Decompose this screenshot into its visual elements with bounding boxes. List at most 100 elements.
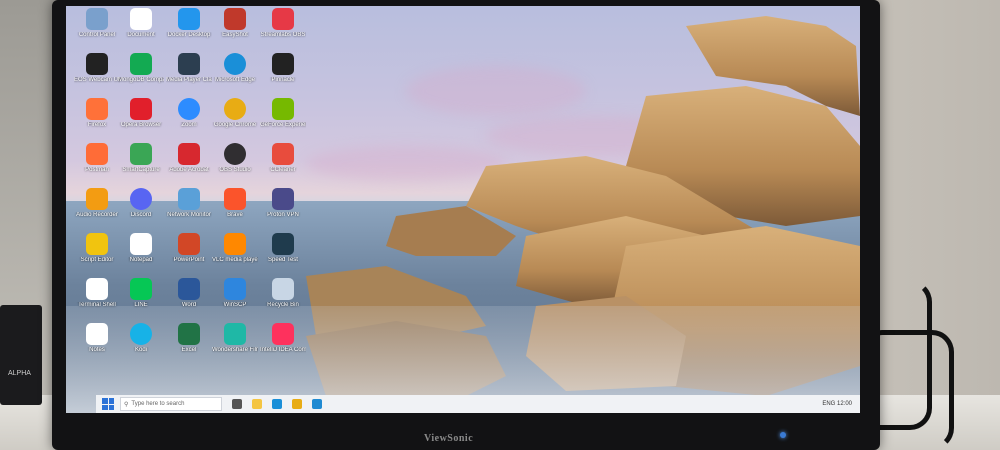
desktop-icon[interactable]: EasyShot — [212, 8, 258, 52]
desktop-icon[interactable]: Adobe Acrobat — [166, 143, 212, 187]
desktop-icon-label: LINE — [134, 302, 148, 308]
desktop-icon-label: Document — [127, 32, 155, 38]
desktop-icon[interactable]: LINE — [118, 278, 164, 322]
desktop-icon[interactable]: Google Chrome — [212, 98, 258, 142]
desktop-icon[interactable]: Recycle Bin — [260, 278, 306, 322]
chrome-icon — [224, 98, 246, 120]
dc-icon — [130, 188, 152, 210]
desktop-icon-label: Proton VPN — [267, 212, 299, 218]
desktop-icon[interactable]: GeForce Experience — [260, 98, 306, 142]
desktop-icon-label: Firefox — [87, 122, 107, 128]
desktop-icon[interactable]: Streamlabs OBS — [260, 8, 306, 52]
desktop-icon[interactable]: WinSCP — [212, 278, 258, 322]
taskbar-vscode-icon[interactable] — [312, 399, 322, 409]
cone-icon — [224, 233, 246, 255]
zoom-icon — [178, 98, 200, 120]
desktop-icon[interactable]: Excel — [166, 323, 212, 367]
desktop-icon[interactable]: EOS Webcam Utility — [74, 53, 120, 97]
net-icon — [178, 188, 200, 210]
desktop-icon-label: VLC media player — [212, 257, 258, 263]
square-icon — [224, 8, 246, 30]
desktop-icon-label: Control Panel — [78, 32, 116, 38]
desktop-icon[interactable]: Notepad — [118, 233, 164, 277]
taskbar-task-view-icon[interactable] — [232, 399, 242, 409]
taskbar-file-explorer-icon[interactable] — [252, 399, 262, 409]
desktop-icon[interactable]: Audio Recorder — [74, 188, 120, 232]
desktop-icon[interactable]: Postman — [74, 143, 120, 187]
desktop-icon[interactable]: Document — [118, 8, 164, 52]
desktop-icon[interactable]: Script Editor — [74, 233, 120, 277]
desktop-icon[interactable]: PowerPoint — [166, 233, 212, 277]
square-icon — [272, 8, 294, 30]
speed-icon — [272, 233, 294, 255]
taskbar-search[interactable]: ⚲ Type here to search — [120, 397, 222, 411]
doc-icon — [86, 323, 108, 345]
leaf-icon — [130, 53, 152, 75]
desktop-icon-label: Pinnacle — [271, 77, 295, 83]
desktop-icon[interactable]: Media Player Classic — [166, 53, 212, 97]
taskbar-chrome-icon[interactable] — [292, 399, 302, 409]
desktop-icon-label: PowerPoint — [173, 257, 205, 263]
desktop-icon[interactable]: Opera Browser — [118, 98, 164, 142]
taskbar-edge-icon[interactable] — [272, 399, 282, 409]
desktop-icon[interactable]: Speed Test — [260, 233, 306, 277]
desktop-icon[interactable]: Discord — [118, 188, 164, 232]
desktop-icon[interactable]: SmartCapture — [118, 143, 164, 187]
desktop-icon[interactable]: Kodi — [118, 323, 164, 367]
desktop-icon-label: MongoDB Compass — [118, 77, 164, 83]
desktop-icon[interactable]: Microsoft Edge — [212, 53, 258, 97]
desktop-screen: Control Panel Document Docker Desktop EasyS… — [66, 6, 860, 413]
desktop-icon-label: Discord — [130, 212, 152, 218]
desktop-icon[interactable]: Notes — [74, 323, 120, 367]
desktop-icon[interactable]: Word — [166, 278, 212, 322]
gear-icon — [86, 8, 108, 30]
desktop-icon-label: Notes — [89, 347, 105, 353]
desktop-icon-label: Wondershare Filmora X — [212, 347, 258, 353]
desktop-icon-label: Google Chrome — [213, 122, 257, 128]
search-icon: ⚲ — [124, 401, 129, 408]
desktop-icon[interactable]: MongoDB Compass — [118, 53, 164, 97]
doc-icon — [130, 8, 152, 30]
desktop-icon-label: Docker Desktop — [167, 32, 211, 38]
pm-icon — [86, 143, 108, 165]
desktop-icon-label: Zoom — [181, 122, 197, 128]
desktop-icon[interactable]: VLC media player — [212, 233, 258, 277]
desktop-icon[interactable]: IntelliJ IDEA Community — [260, 323, 306, 367]
desktop-icon[interactable]: Network Monitor — [166, 188, 212, 232]
edge-icon — [224, 53, 246, 75]
P-icon — [178, 233, 200, 255]
power-led — [780, 432, 786, 438]
desktop-icon[interactable]: Firefox — [74, 98, 120, 142]
desktop-icon[interactable]: Control Panel — [74, 8, 120, 52]
desktop-icon[interactable]: Proton VPN — [260, 188, 306, 232]
desktop-icon-label: Streamlabs OBS — [260, 32, 306, 38]
start-button[interactable] — [102, 398, 114, 410]
ij-icon — [272, 323, 294, 345]
desktop-icon-label: EOS Webcam Utility — [74, 77, 120, 83]
film-icon — [178, 53, 200, 75]
monitor: Control Panel Document Docker Desktop EasyS… — [52, 0, 880, 450]
desktop-icon-label: Microsoft Edge — [214, 77, 256, 83]
brand-logo: ViewSonic — [424, 433, 474, 444]
desktop-icon-label: Kodi — [134, 347, 147, 353]
desktop-icon[interactable]: CCleaner — [260, 143, 306, 187]
line-icon — [130, 278, 152, 300]
desktop-icon[interactable]: Wondershare Filmora X — [212, 323, 258, 367]
obs-icon — [224, 143, 246, 165]
desktop-icon[interactable]: Zoom — [166, 98, 212, 142]
desktop-icon[interactable]: Terminal Shell — [74, 278, 120, 322]
desktop-icon-label: Media Player Classic — [166, 77, 212, 83]
desktop-icon-label: SmartCapture — [122, 167, 160, 173]
pen-icon — [86, 233, 108, 255]
doc-icon — [86, 278, 108, 300]
scp-icon — [224, 278, 246, 300]
desktop-icon-label: GeForce Experience — [260, 122, 306, 128]
system-tray[interactable]: ENG 12:00 — [822, 401, 852, 407]
P-icon — [272, 53, 294, 75]
desktop-icon[interactable]: Docker Desktop — [166, 8, 212, 52]
desktop-icon[interactable]: Pinnacle — [260, 53, 306, 97]
desktop-icon[interactable]: OBS Studio — [212, 143, 258, 187]
desktop-icon[interactable]: Brave — [212, 188, 258, 232]
kodi-icon — [130, 323, 152, 345]
desktop-icon-label: Adobe Acrobat — [169, 167, 209, 173]
